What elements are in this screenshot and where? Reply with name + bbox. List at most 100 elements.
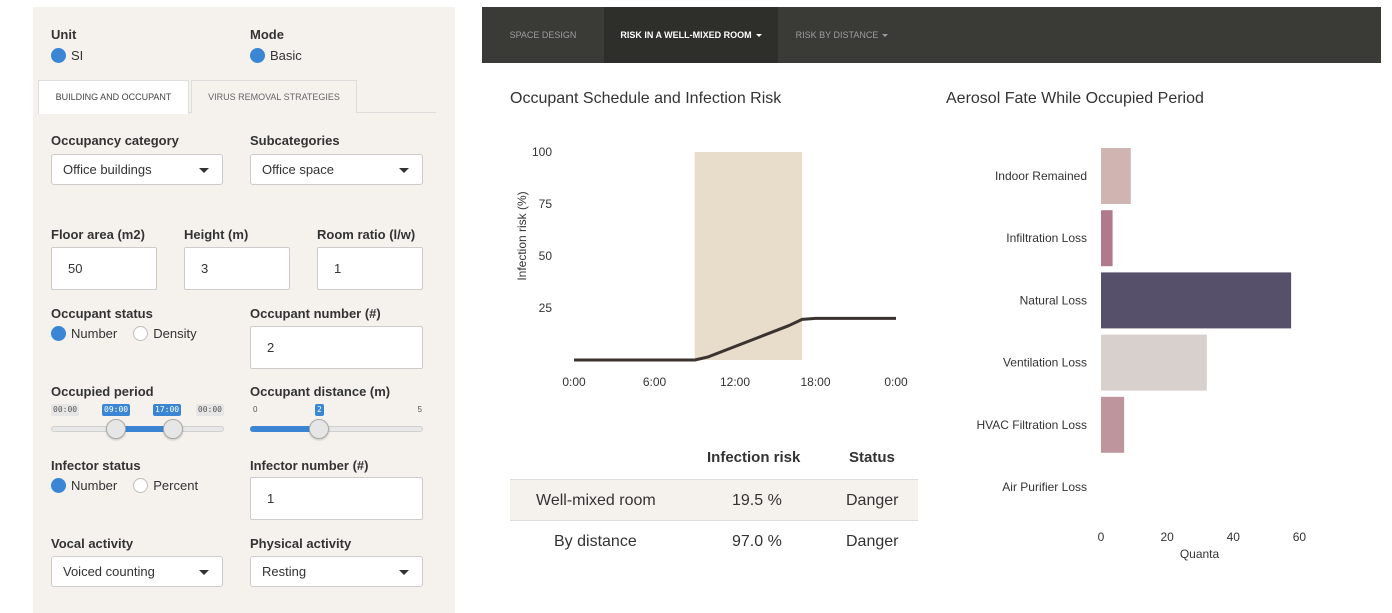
occupant-status-label: Occupant status xyxy=(51,306,153,321)
x-tick-label: 0 xyxy=(1098,530,1105,544)
physical-activity-select[interactable]: Resting xyxy=(250,556,423,587)
infector-status-option-percent[interactable]: Percent xyxy=(153,478,198,493)
x-tick-label: 40 xyxy=(1227,530,1241,544)
category-label: HVAC Filtration Loss xyxy=(977,418,1087,432)
occupied-period-band xyxy=(694,152,803,360)
row-infection-risk: 97.0 % xyxy=(732,533,782,550)
bar xyxy=(1101,334,1207,391)
vocal-activity-select[interactable]: Voiced counting xyxy=(51,556,223,587)
caret-down-icon xyxy=(882,34,889,38)
physical-activity-value: Resting xyxy=(262,564,307,579)
occupant-distance-label: Occupant distance (m) xyxy=(250,384,391,399)
infector-number-label: Infector number (#) xyxy=(250,458,369,473)
room-ratio-label: Room ratio (l/w) xyxy=(317,227,416,242)
mode-label: Mode xyxy=(250,27,284,42)
subcategories-select[interactable]: Office space xyxy=(250,154,423,185)
slider-value-label: 2 xyxy=(315,404,324,416)
slider-handle-to[interactable] xyxy=(163,419,184,439)
subcategories-label: Subcategories xyxy=(250,133,340,148)
radio-selected-icon xyxy=(250,48,265,63)
unit-radio-si[interactable]: SI xyxy=(51,48,83,63)
table-header-infection-risk: Infection risk xyxy=(707,449,801,466)
occupancy-category-select[interactable]: Office buildings xyxy=(51,154,223,185)
caret-down-icon xyxy=(199,570,209,575)
occupant-status-option-number[interactable]: Number xyxy=(71,326,117,341)
nav-risk-by-distance-label: RISK BY DISTANCE xyxy=(795,30,879,40)
x-tick-label: 6:00 xyxy=(643,375,667,389)
slider-handle-from[interactable] xyxy=(105,419,126,439)
bar xyxy=(1101,272,1292,329)
slider-min-label: 0 xyxy=(253,405,258,414)
category-label: Ventilation Loss xyxy=(1003,356,1087,370)
x-tick-label: 60 xyxy=(1293,530,1307,544)
mode-radio-basic[interactable]: Basic xyxy=(250,48,302,63)
bar xyxy=(1101,148,1131,204)
occupancy-category-label: Occupancy category xyxy=(51,133,179,148)
occupancy-category-value: Office buildings xyxy=(63,162,152,177)
infector-number-input[interactable]: 1 xyxy=(250,477,423,520)
bar xyxy=(1101,210,1113,267)
schedule-chart-title: Occupant Schedule and Infection Risk xyxy=(510,90,782,107)
occupant-status-radio-group: Number Density xyxy=(51,326,197,341)
y-tick-label: 75 xyxy=(539,197,553,211)
row-infection-risk: 19.5 % xyxy=(732,492,782,509)
mode-option-label: Basic xyxy=(270,48,302,63)
slider-max-label: 00:00 xyxy=(195,404,224,416)
unit-option-label: SI xyxy=(71,48,84,63)
caret-down-icon xyxy=(199,168,209,173)
x-axis-label: Quanta xyxy=(1180,547,1220,561)
slider-from-label: 09:00 xyxy=(102,404,131,416)
nav-space-design[interactable]: SPACE DESIGN xyxy=(482,7,604,63)
table-row: By distance 97.0 % Danger xyxy=(510,521,918,563)
height-input[interactable]: 3 xyxy=(184,247,290,290)
slider-min-label: 00:00 xyxy=(51,404,80,416)
radio-selected-icon xyxy=(51,48,66,63)
x-tick-label: 0:00 xyxy=(562,375,586,389)
y-tick-label: 25 xyxy=(539,301,553,315)
slider-to-label: 17:00 xyxy=(153,404,182,416)
table-row: Well-mixed room 19.5 % Danger xyxy=(510,479,918,521)
slider-max-label: 5 xyxy=(417,405,422,414)
radio-unselected-icon[interactable] xyxy=(133,326,149,341)
nav-risk-well-mixed-room-label: RISK IN A WELL-MIXED ROOM xyxy=(620,30,752,40)
top-navbar: SPACE DESIGN RISK IN A WELL-MIXED ROOM R… xyxy=(482,7,1381,63)
height-label: Height (m) xyxy=(184,227,249,242)
radio-selected-icon[interactable] xyxy=(51,478,66,493)
tab-virus-removal-strategies[interactable]: VIRUS REMOVAL STRATEGIES xyxy=(191,80,357,113)
y-tick-label: 100 xyxy=(532,145,552,159)
category-label: Indoor Remained xyxy=(995,169,1087,183)
category-label: Air Purifier Loss xyxy=(1002,480,1087,494)
vocal-activity-label: Vocal activity xyxy=(51,536,134,551)
physical-activity-label: Physical activity xyxy=(250,536,352,551)
category-label: Infiltration Loss xyxy=(1006,231,1087,245)
row-status: Danger xyxy=(846,533,899,550)
floor-area-input[interactable]: 50 xyxy=(51,247,157,290)
category-label: Natural Loss xyxy=(1020,293,1087,307)
occupied-period-slider[interactable]: 00:00 09:00 17:00 00:00 xyxy=(51,404,224,454)
x-tick-label: 20 xyxy=(1160,530,1174,544)
slider-handle[interactable] xyxy=(309,419,330,439)
row-status: Danger xyxy=(846,492,899,509)
radio-selected-icon[interactable] xyxy=(51,326,66,341)
nav-risk-well-mixed-room[interactable]: RISK IN A WELL-MIXED ROOM xyxy=(604,7,778,63)
table-header-status: Status xyxy=(849,449,895,466)
unit-label: Unit xyxy=(51,27,77,42)
infector-status-label: Infector status xyxy=(51,458,141,473)
x-tick-label: 18:00 xyxy=(800,375,830,389)
infector-status-option-number[interactable]: Number xyxy=(71,478,117,493)
occupant-status-option-density[interactable]: Density xyxy=(153,326,196,341)
tab-building-and-occupant[interactable]: BUILDING AND OCCUPANT xyxy=(38,80,189,114)
y-tick-label: 50 xyxy=(539,249,553,263)
radio-unselected-icon[interactable] xyxy=(133,478,149,493)
bar xyxy=(1101,396,1125,453)
caret-down-icon xyxy=(399,168,409,173)
occupant-number-input[interactable]: 2 xyxy=(250,326,423,369)
infection-risk-line-chart: 25 50 75 100 0:00 6:00 12:00 18:00 0:00 Infection… xyxy=(515,145,908,389)
input-panel: Unit SI Mode Basic BUILDING AND OCCUPANT… xyxy=(33,7,455,613)
vocal-activity-value: Voiced counting xyxy=(63,564,155,579)
infector-status-radio-group: Number Percent xyxy=(51,478,198,493)
occupant-distance-slider[interactable]: 0 2 5 xyxy=(250,404,423,454)
nav-risk-by-distance[interactable]: RISK BY DISTANCE xyxy=(778,7,906,63)
aerosol-chart-title: Aerosol Fate While Occupied Period xyxy=(946,90,1204,107)
room-ratio-input[interactable]: 1 xyxy=(317,247,423,290)
